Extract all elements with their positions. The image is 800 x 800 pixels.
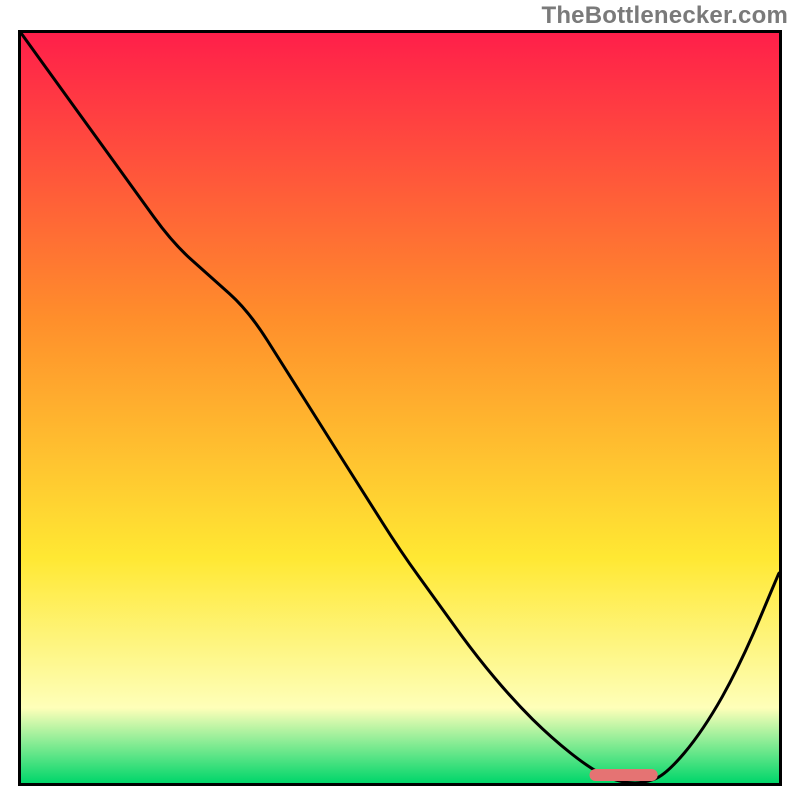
highlight-min-range bbox=[590, 769, 658, 781]
watermark-text: TheBottlenecker.com bbox=[541, 2, 788, 30]
chart-stage: TheBottlenecker.com bbox=[0, 0, 800, 800]
plot-area bbox=[18, 30, 782, 786]
plot-svg bbox=[18, 30, 782, 786]
gradient-background bbox=[21, 33, 779, 783]
